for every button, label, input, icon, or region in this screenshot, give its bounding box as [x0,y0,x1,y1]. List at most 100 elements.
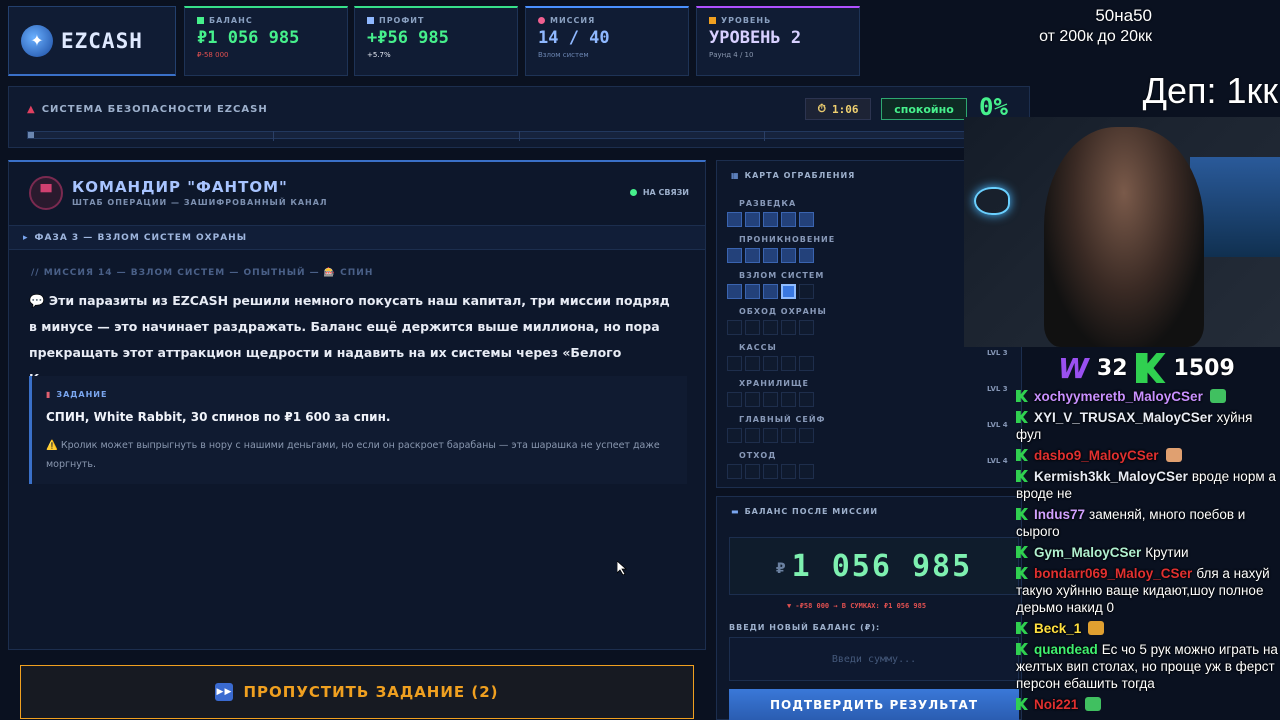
stage-cells [727,356,814,371]
emote-icon [1209,389,1226,403]
mission-panel: ▀ КОМАНДИР "ФАНТОМ" ШТАБ ОПЕРАЦИИ — ЗАШИ… [8,160,706,650]
security-panel: ▲ СИСТЕМА БЕЗОПАСНОСТИ EZCASH ⏱ 1:06 споко… [8,86,1030,148]
chat-panel: xochyymeretb_MaloyCSer XYI_V_TRUSAX_Maloy… [1016,388,1280,717]
stage-cell [745,320,760,335]
stage-cell [745,428,760,443]
webcam-feed [964,117,1280,347]
stat-label: БАЛАНС [209,16,253,25]
balance-panel: ▬ БАЛАНС ПОСЛЕ МИССИИ ₽ 1 056 985 ▼ -₽58 … [716,496,1022,720]
progress-tick [273,131,274,141]
clock-icon: ⏱ [817,102,827,115]
chat-message: Gym_MaloyCSer Крутии [1016,544,1280,561]
stage-cell [763,464,778,479]
chat-username[interactable]: bondarr069_Maloy_CSer [1034,566,1192,581]
stage-cell [727,320,742,335]
stage-cell [745,356,760,371]
stat-profit: ПРОФИТ +₽56 985 +5.7% [354,6,518,76]
emote-icon [1165,448,1182,462]
chat-message: dasbo9_MaloyCSer [1016,447,1280,464]
stage-name: ХРАНИЛИЩЕ [739,379,810,388]
currency-symbol: ₽ [775,561,786,577]
chat-message: Indus77 заменяй, много поебов и сырого [1016,506,1280,540]
chat-username[interactable]: XYI_V_TRUSAX_MaloyCSer [1034,410,1213,425]
stage-name: ОБХОД ОХРАНЫ [739,307,827,316]
stage-cell [781,248,796,263]
money-icon [197,17,204,24]
commander-avatar: ▀ [29,176,63,210]
chat-username[interactable]: Gym_MaloyCSer [1034,545,1141,560]
hat-icon: ▀ [40,185,52,201]
logo-text: EZCASH [61,28,143,53]
k-vote-count: 1509 [1173,355,1235,381]
stage-cell [799,212,814,227]
stage-cell [781,212,796,227]
stage-cells [727,320,827,335]
chat-username[interactable]: quandead [1034,642,1098,657]
progress-tick [764,131,765,141]
kick-badge-icon [1016,643,1028,655]
balance-delta: ▼ -₽58 000 → В СУМКАХ: ₽1 056 985 [787,602,927,610]
stat-label: УРОВЕНЬ [721,16,772,25]
neon-shark-icon [974,187,1010,215]
stage-cell [745,284,760,299]
commander-subtitle: ШТАБ ОПЕРАЦИИ — ЗАШИФРОВАННЫЙ КАНАЛ [72,198,328,207]
kick-badge-icon [1016,470,1028,482]
chat-username[interactable]: Beck_1 [1034,621,1081,636]
chat-username[interactable]: xochyymeretb_MaloyCSer [1034,389,1203,404]
stat-sub: +5.7% [367,51,391,59]
online-status: НА СВЯЗИ [629,188,689,197]
stat-value: 14 / 40 [538,28,610,48]
task-warning: ⚠️ Кролик может выпрыгнуть в нору с наши… [46,440,660,470]
heist-stage: КАССЫ [727,343,814,371]
vote-bar: W 32 1509 [1058,350,1280,386]
stage-cell [763,284,778,299]
balance-input[interactable] [729,637,1019,681]
stage-cell [727,248,742,263]
timer-value: 1:06 [832,102,859,116]
fast-forward-icon: ▶▶ [215,683,234,701]
shark-logo-icon: ✦ [21,24,53,57]
heist-stage: РАЗВЕДКА [727,199,814,227]
kick-badge-icon [1016,567,1028,579]
chat-username[interactable]: Kermish3kk_MaloyCSer [1034,469,1188,484]
w-vote-icon: W [1058,351,1089,385]
stat-value: УРОВЕНЬ 2 [709,28,802,48]
security-title: СИСТЕМА БЕЗОПАСНОСТИ EZCASH [41,104,268,115]
stage-cell [799,356,814,371]
stat-label: МИССИЯ [550,16,596,25]
confirm-result-button[interactable]: ПОДТВЕРДИТЬ РЕЗУЛЬТАТ [729,689,1019,720]
stage-cell [781,464,796,479]
stage-cell [727,464,742,479]
chat-message: Beck_1 [1016,620,1280,637]
chat-username[interactable]: Noi221 [1034,697,1078,712]
stage-cell [799,464,814,479]
streamer [1044,127,1204,347]
stage-cell [727,284,742,299]
skip-task-button[interactable]: ▶▶ ПРОПУСТИТЬ ЗАДАНИЕ (2) [20,665,694,719]
stage-level-badge: LVL 4 [987,421,1008,429]
balance-display: ₽ 1 056 985 [729,537,1019,595]
stage-cells [727,248,835,263]
stage-cell [745,212,760,227]
chat-username[interactable]: Indus77 [1034,507,1085,522]
chat-username[interactable]: dasbo9_MaloyCSer [1034,448,1159,463]
stage-cell [727,212,742,227]
stage-cell [781,284,796,299]
stage-name: РАЗВЕДКА [739,199,797,208]
kick-logo-icon [1135,353,1166,383]
stage-cell [763,248,778,263]
overlay-line1: 50на50 [1095,6,1152,25]
online-dot-icon [629,189,637,196]
kick-badge-icon [1016,449,1028,461]
w-vote-count: 32 [1096,355,1128,381]
kick-badge-icon [1016,622,1028,634]
card-icon: ▬ [731,507,740,516]
chat-message: xochyymeretb_MaloyCSer [1016,388,1280,405]
stage-name: КАССЫ [739,343,777,352]
security-status: спокойно [881,98,967,120]
stat-balance: БАЛАНС ₽1 056 985 ₽-58 000 [184,6,348,76]
security-progress-fill [28,132,34,138]
stage-cell [781,356,796,371]
mission-line: // МИССИЯ 14 — ВЗЛОМ СИСТЕМ — ОПЫТНЫЙ — … [31,268,374,278]
chart-icon [367,17,374,24]
